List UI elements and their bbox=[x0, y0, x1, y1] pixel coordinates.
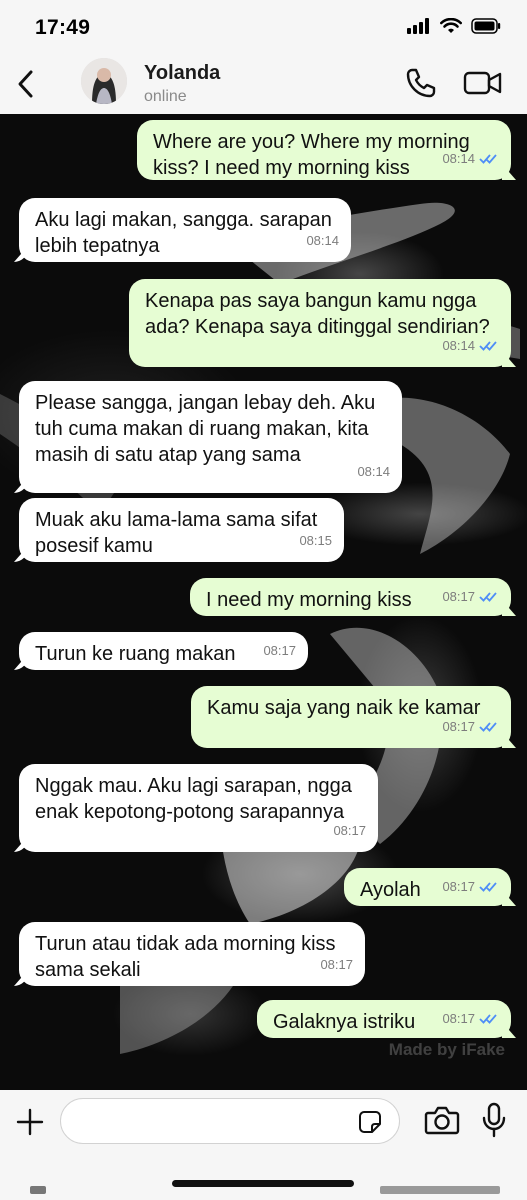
read-double-check-icon bbox=[479, 882, 497, 892]
message-bubble-outgoing[interactable]: Galaknya istriku 08:17 bbox=[257, 1000, 511, 1038]
message-bubble-incoming[interactable]: Turun ke ruang makan 08:17 bbox=[19, 632, 308, 670]
message-text: Aku lagi makan, sangga. sarapan lebih te… bbox=[35, 209, 332, 257]
read-double-check-icon bbox=[479, 341, 497, 351]
message-time: 08:17 bbox=[442, 1011, 475, 1026]
message-text: Muak aku lama-lama sama sifat posesif ka… bbox=[35, 509, 318, 557]
message-bubble-outgoing[interactable]: Kamu saja yang naik ke kamar 08:17 bbox=[191, 686, 511, 748]
chat-header: Yolanda online bbox=[0, 56, 527, 114]
camera-button[interactable] bbox=[424, 1104, 460, 1136]
microphone-icon bbox=[482, 1102, 506, 1138]
avatar[interactable] bbox=[81, 58, 127, 104]
battery-icon bbox=[471, 18, 501, 34]
message-time: 08:17 bbox=[263, 643, 296, 658]
contact-name[interactable]: Yolanda bbox=[144, 62, 220, 85]
status-time: 17:49 bbox=[35, 16, 91, 39]
read-double-check-icon bbox=[479, 592, 497, 602]
message-meta: 08:14 bbox=[357, 459, 390, 485]
message-meta: 08:17 bbox=[442, 874, 499, 900]
message-bubble-outgoing[interactable]: Where are you? Where my morning kiss? I … bbox=[137, 120, 511, 180]
message-bubble-outgoing[interactable]: Ayolah 08:17 bbox=[344, 868, 511, 906]
wifi-icon bbox=[440, 18, 462, 33]
read-double-check-icon bbox=[479, 1014, 497, 1024]
read-double-check-icon bbox=[479, 722, 497, 732]
message-meta: 08:14 bbox=[306, 228, 339, 254]
message-time: 08:17 bbox=[442, 719, 475, 734]
message-time: 08:14 bbox=[357, 464, 390, 479]
message-bubble-outgoing[interactable]: Kenapa pas saya bangun kamu ngga ada? Ke… bbox=[129, 279, 511, 367]
video-call-button[interactable] bbox=[463, 68, 503, 98]
contact-status: online bbox=[144, 88, 187, 105]
message-meta: 08:17 bbox=[442, 584, 499, 610]
message-text: Nggak mau. Aku lagi sarapan, ngga enak k… bbox=[35, 775, 352, 823]
attach-button[interactable] bbox=[14, 1106, 46, 1138]
message-input[interactable] bbox=[60, 1098, 400, 1144]
message-bubble-incoming[interactable]: Nggak mau. Aku lagi sarapan, ngga enak k… bbox=[19, 764, 378, 852]
message-text: Please sangga, jangan lebay deh. Aku tuh… bbox=[35, 392, 376, 466]
message-time: 08:17 bbox=[333, 823, 366, 838]
home-indicator[interactable] bbox=[172, 1180, 354, 1187]
keyboard-peek bbox=[380, 1186, 500, 1194]
voice-message-button[interactable] bbox=[480, 1102, 508, 1138]
status-bar: 17:49 bbox=[0, 0, 527, 56]
message-meta: 08:14 bbox=[442, 146, 499, 172]
back-button[interactable] bbox=[10, 66, 40, 102]
avatar-image bbox=[81, 58, 127, 104]
message-time: 08:17 bbox=[320, 957, 353, 972]
message-meta: 08:17 bbox=[263, 638, 296, 664]
plus-icon bbox=[16, 1108, 44, 1136]
camera-icon bbox=[424, 1106, 460, 1135]
message-time: 08:15 bbox=[299, 533, 332, 548]
back-chevron-icon bbox=[18, 70, 33, 98]
message-meta: 08:17 bbox=[442, 1006, 499, 1032]
voice-call-button[interactable] bbox=[404, 66, 438, 100]
chat-area[interactable]: Where are you? Where my morning kiss? I … bbox=[0, 114, 527, 1090]
message-meta: 08:14 bbox=[442, 333, 499, 359]
message-bubble-outgoing[interactable]: I need my morning kiss 08:17 bbox=[190, 578, 511, 616]
sticker-button[interactable] bbox=[358, 1110, 382, 1134]
message-time: 08:14 bbox=[442, 338, 475, 353]
message-time: 08:14 bbox=[306, 233, 339, 248]
message-text: Turun ke ruang makan bbox=[35, 643, 236, 665]
message-bubble-incoming[interactable]: Turun atau tidak ada morning kiss sama s… bbox=[19, 922, 365, 986]
input-bar bbox=[0, 1090, 527, 1200]
message-meta: 08:15 bbox=[299, 528, 332, 554]
read-double-check-icon bbox=[479, 154, 497, 164]
message-meta: 08:17 bbox=[333, 818, 366, 844]
message-bubble-incoming[interactable]: Please sangga, jangan lebay deh. Aku tuh… bbox=[19, 381, 402, 493]
video-camera-icon bbox=[463, 71, 502, 95]
message-time: 08:17 bbox=[442, 879, 475, 894]
sticker-icon bbox=[359, 1111, 381, 1133]
message-time: 08:17 bbox=[442, 589, 475, 604]
message-bubble-incoming[interactable]: Aku lagi makan, sangga. sarapan lebih te… bbox=[19, 198, 351, 262]
status-icons bbox=[407, 18, 501, 34]
message-meta: 08:17 bbox=[320, 952, 353, 978]
keyboard-peek bbox=[30, 1186, 46, 1194]
message-text: Turun atau tidak ada morning kiss sama s… bbox=[35, 933, 336, 981]
watermark: Made by iFake bbox=[388, 1040, 505, 1059]
signal-icon bbox=[407, 18, 429, 34]
message-bubble-incoming[interactable]: Muak aku lama-lama sama sifat posesif ka… bbox=[19, 498, 344, 562]
message-meta: 08:17 bbox=[442, 714, 499, 740]
message-time: 08:14 bbox=[442, 151, 475, 166]
phone-icon bbox=[406, 68, 436, 98]
